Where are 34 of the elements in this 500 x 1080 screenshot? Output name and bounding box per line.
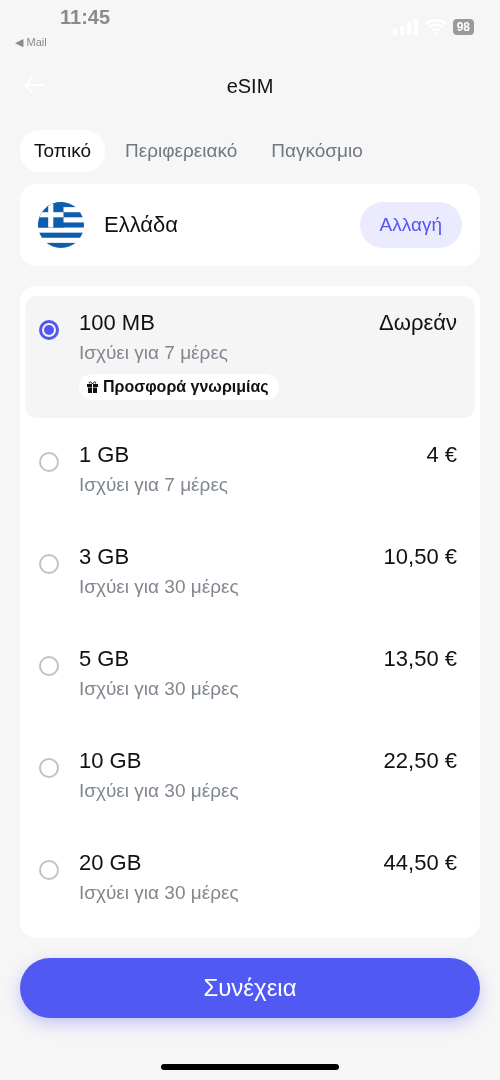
plan-option[interactable]: 5 GB Ισχύει για 30 μέρες 13,50 € — [25, 632, 475, 724]
region-tab[interactable]: Περιφερειακό — [111, 130, 252, 172]
region-tab[interactable]: Τοπικό — [20, 130, 105, 172]
plan-data: 20 GB — [79, 850, 143, 876]
plan-option[interactable]: 1 GB Ισχύει για 7 μέρες 4 € — [25, 428, 475, 520]
plan-price: 22,50 € — [383, 748, 457, 775]
status-time: 11:45 — [60, 6, 111, 30]
plan-option[interactable]: 100 MB Ισχύει για 7 μέρες Προσφορά γνωριμίας Δωρεάν — [25, 296, 475, 418]
plan-validity: Ισχύει για 30 μέρες — [79, 882, 240, 904]
plan-data: 5 GB — [79, 646, 131, 672]
plan-validity: Ισχύει για 7 μέρες — [79, 342, 230, 364]
plan-validity: Ισχύει για 30 μέρες — [79, 780, 240, 802]
plan-data: 3 GB — [79, 544, 131, 570]
plan-data: 100 MB — [79, 310, 156, 336]
plan-option[interactable]: 3 GB Ισχύει για 30 μέρες 10,50 € — [25, 530, 475, 622]
plan-validity: Ισχύει για 7 μέρες — [79, 474, 230, 496]
plan-price: Δωρεάν — [379, 310, 457, 337]
plan-data: 10 GB — [79, 748, 143, 774]
continue-button[interactable]: Συνέχεια — [20, 958, 480, 1018]
plan-price: 10,50 € — [383, 544, 457, 571]
plan-data: 1 GB — [79, 442, 131, 468]
plan-validity: Ισχύει για 30 μέρες — [79, 576, 240, 598]
plan-validity: Ισχύει για 30 μέρες — [79, 678, 240, 700]
plan-option[interactable]: 10 GB Ισχύει για 30 μέρες 22,50 € — [25, 734, 475, 826]
plan-price: 4 € — [426, 442, 457, 469]
page-title: eSIM — [226, 74, 274, 98]
plan-option[interactable]: 20 GB Ισχύει για 30 μέρες 44,50 € — [25, 836, 475, 928]
offer-badge: Προσφορά γνωριμίας — [79, 374, 279, 400]
change-country-button[interactable]: Αλλαγή — [359, 202, 462, 248]
region-tab[interactable]: Παγκόσμιο — [257, 130, 377, 172]
country-name: Ελλάδα — [104, 212, 180, 238]
plan-price: 44,50 € — [383, 850, 457, 877]
plan-price: 13,50 € — [383, 646, 457, 673]
battery-level: 98 — [452, 19, 474, 35]
